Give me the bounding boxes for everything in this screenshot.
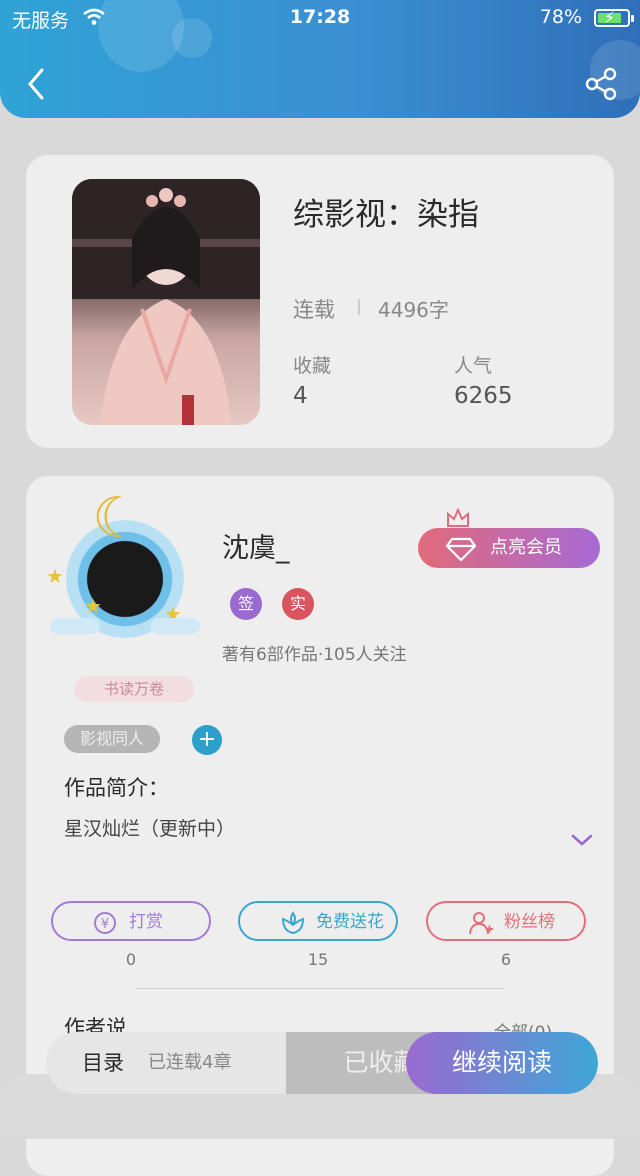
reward-button[interactable]: ¥ 打赏 [51,901,211,941]
intro-title: 作品简介： [64,776,169,800]
moon-icon: ☾ [92,486,143,551]
bottom-action-bar: 目录 已连载4章 已收藏 继续阅读 [46,1032,598,1094]
flower-count: 15 [307,950,329,969]
fan-ranking-button[interactable]: 粉丝榜 [426,901,586,941]
favorites-value: 4 [293,383,308,409]
genre-tag[interactable]: 影视同人 [64,725,160,753]
vip-button-label: 点亮会员 [490,537,562,558]
fan-count: 6 [500,950,512,969]
serial-status: 连载 [293,298,335,322]
reward-label: 打赏 [129,912,163,932]
word-count: 4496字 [378,298,449,322]
divider [358,299,360,315]
chapter-count: 已连载4章 [148,1052,232,1073]
verified-badge: 实 [282,588,314,620]
vip-button[interactable]: 点亮会员 [418,528,600,568]
flower-icon [280,911,306,949]
status-bar: 无服务 17:28 78% ⚡ [0,6,640,32]
star-icon: ★ [46,564,64,588]
favorites-label: 收藏 [293,355,332,377]
signed-badge: 签 [230,588,262,620]
battery-percent: 78% [539,6,582,28]
send-flower-label: 免费送花 [316,912,384,932]
reward-count: 0 [125,950,137,969]
book-cover[interactable] [72,179,260,425]
section-divider [136,988,504,989]
svg-text:¥: ¥ [101,917,109,932]
back-arrow-icon[interactable] [20,64,54,104]
yen-icon: ¥ [93,911,117,949]
reader-badge: 书读万卷 [74,676,194,702]
user-icon [468,911,494,949]
diamond-icon [445,536,477,576]
cloud-decor [50,618,100,634]
battery-icon: ⚡ [594,8,634,27]
add-tag-button[interactable]: + [192,725,222,755]
continue-reading-button[interactable]: 继续阅读 [406,1032,598,1094]
author-avatar[interactable]: ☾ ★ ★ ★ 书读万卷 [44,486,204,702]
popularity-label: 人气 [454,355,493,377]
send-flower-button[interactable]: 免费送花 [238,901,398,941]
author-works-info: 著有6部作品·105人关注 [222,645,407,665]
book-info-card: 综影视：染指 连载 4496字 收藏 4 人气 6265 [26,155,614,448]
fan-ranking-label: 粉丝榜 [504,912,555,932]
cloud-decor [150,618,200,634]
toc-button[interactable]: 目录 [82,1032,124,1094]
top-header: 无服务 17:28 78% ⚡ [0,0,640,118]
author-name[interactable]: 沈虞_ [222,526,290,565]
popularity-value: 6265 [454,383,513,409]
intro-text: 星汉灿烂（更新中） [64,818,236,840]
book-title: 综影视：染指 [293,197,479,233]
share-icon[interactable] [584,64,620,104]
star-icon: ★ [84,594,102,618]
chevron-down-icon[interactable] [570,832,594,852]
